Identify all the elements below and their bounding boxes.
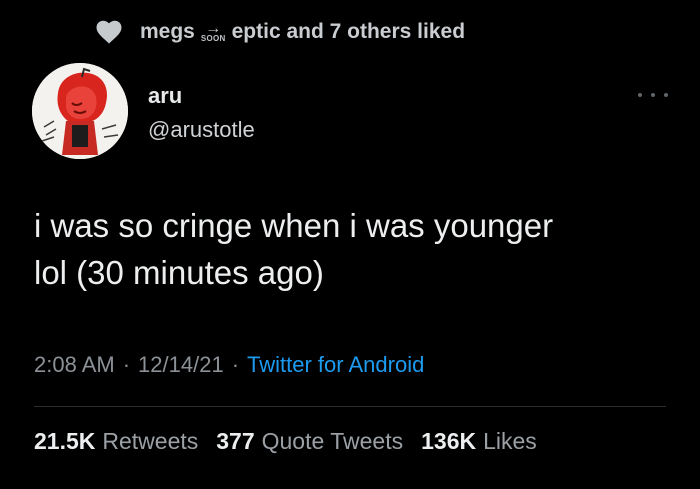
author-info[interactable]: aru @arustotle (148, 82, 255, 144)
liker-name[interactable]: megs (140, 20, 195, 44)
soon-arrow-emoji: → SOON (201, 21, 226, 43)
more-options-icon[interactable] (638, 88, 668, 102)
tweet-date[interactable]: 12/14/21 (138, 352, 224, 378)
tweet-meta: 2:08 AM · 12/14/21 · Twitter for Android (34, 352, 424, 378)
soon-label: SOON (200, 34, 226, 43)
tweet-stats: 21.5K Retweets 377 Quote Tweets 136K Lik… (34, 428, 555, 455)
more-dot (638, 93, 642, 97)
tweet-card: megs → SOON eptic and 7 others liked aru… (0, 0, 700, 489)
more-dot (651, 93, 655, 97)
separator: · (122, 352, 131, 377)
social-context[interactable]: megs → SOON eptic and 7 others liked (94, 14, 465, 50)
avatar[interactable] (32, 63, 128, 159)
more-dot (664, 93, 668, 97)
likes-label: Likes (483, 428, 537, 454)
quote-tweets-count: 377 (216, 428, 255, 454)
likes-count: 136K (421, 428, 477, 454)
retweets-count: 21.5K (34, 428, 96, 454)
separator: · (231, 352, 240, 377)
heart-icon (96, 20, 122, 44)
divider (34, 406, 666, 407)
quote-tweets-stat[interactable]: 377 Quote Tweets (216, 428, 403, 455)
likes-stat[interactable]: 136K Likes (421, 428, 537, 455)
tweet-text-line-1: i was so cringe when i was younger (34, 207, 554, 244)
tweet-text: i was so cringe when i was younger lol (… (34, 202, 674, 296)
liked-by-text[interactable]: eptic and 7 others liked (232, 20, 465, 44)
tweet-time[interactable]: 2:08 AM (34, 352, 115, 378)
tweet-text-line-2: lol (30 minutes ago) (34, 254, 324, 291)
quote-tweets-label: Quote Tweets (261, 428, 404, 454)
retweets-stat[interactable]: 21.5K Retweets (34, 428, 198, 455)
tweet-source-link[interactable]: Twitter for Android (247, 352, 424, 378)
avatar-drawing (32, 63, 128, 159)
retweets-label: Retweets (102, 428, 199, 454)
handle[interactable]: @arustotle (148, 116, 255, 144)
display-name[interactable]: aru (148, 82, 255, 110)
